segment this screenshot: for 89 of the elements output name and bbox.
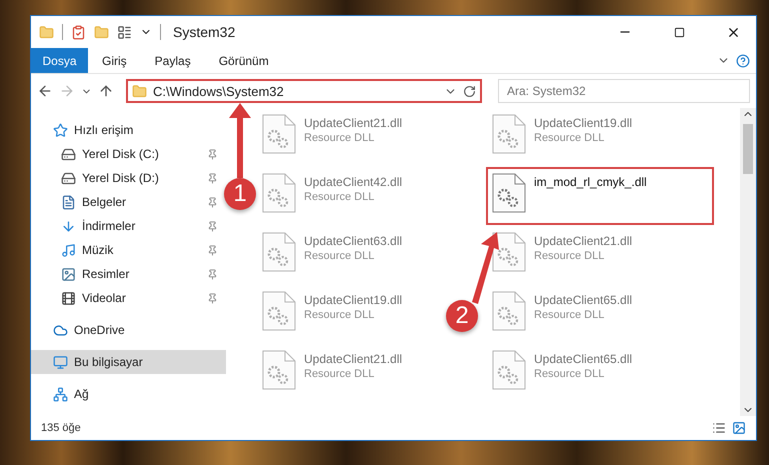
file-name: UpdateClient19.dll: [534, 116, 632, 130]
window-title: System32: [173, 24, 236, 40]
refresh-icon[interactable]: [463, 84, 476, 98]
ribbon-tab[interactable]: Görünüm: [204, 48, 283, 73]
item-count: 135 öğe: [41, 422, 81, 434]
dll-file-icon: [492, 114, 526, 154]
annotation-arrow: [472, 232, 499, 304]
file-type: Resource DLL: [304, 132, 376, 144]
file-item[interactable]: UpdateClient21.dll Resource DLL: [486, 226, 638, 278]
ribbon-tab[interactable]: Giriş: [88, 48, 141, 73]
back-button[interactable]: [37, 83, 53, 99]
folder-icon: [132, 84, 147, 98]
dll-file-icon: [492, 350, 526, 390]
dll-file-icon: [262, 291, 296, 331]
pin-icon[interactable]: [207, 268, 218, 280]
pin-icon[interactable]: [207, 196, 218, 208]
file-name: im_mod_rl_cmyk_.dll: [534, 175, 647, 189]
file-item[interactable]: UpdateClient65.dll Resource DLL: [486, 285, 638, 337]
sidebar-item[interactable]: Yerel Disk (C:): [31, 142, 226, 166]
sidebar-item[interactable]: OneDrive: [31, 318, 226, 342]
file-type: Resource DLL: [534, 309, 606, 321]
file-name: UpdateClient63.dll: [304, 234, 402, 248]
pin-icon[interactable]: [207, 244, 218, 256]
cloud-icon: [53, 322, 68, 338]
dll-file-icon: [492, 232, 526, 272]
address-bar[interactable]: C:\Windows\System32: [126, 79, 482, 103]
file-name: UpdateClient21.dll: [304, 116, 402, 130]
maximize-icon: [674, 26, 684, 38]
sidebar-item[interactable]: İndirmeler: [31, 214, 226, 238]
search-field[interactable]: Ara: System32: [498, 79, 750, 103]
dll-file-icon: [262, 350, 296, 390]
sidebar-item[interactable]: Ağ: [31, 382, 226, 406]
file-name: UpdateClient65.dll: [534, 293, 632, 307]
sidebar-item[interactable]: Hızlı erişim: [31, 118, 226, 142]
dll-file-icon: [262, 173, 296, 213]
picture-icon: [61, 266, 76, 282]
film-icon: [61, 290, 76, 306]
sidebar-item[interactable]: Resimler: [31, 262, 226, 286]
file-item[interactable]: UpdateClient65.dll Resource DLL: [486, 344, 638, 396]
drive-icon: [61, 170, 76, 186]
sidebar-item[interactable]: Videolar: [31, 286, 226, 310]
dll-file-icon: [492, 291, 526, 331]
scrollbar-thumb[interactable]: [743, 124, 753, 174]
file-name: UpdateClient19.dll: [304, 293, 402, 307]
file-name: UpdateClient21.dll: [534, 234, 632, 248]
file-item[interactable]: UpdateClient19.dll Resource DLL: [256, 285, 408, 337]
file-type: Resource DLL: [304, 309, 376, 321]
dll-file-icon: [262, 232, 296, 272]
file-item[interactable]: UpdateClient21.dll Resource DLL: [256, 108, 408, 160]
file-item[interactable]: UpdateClient42.dll Resource DLL: [256, 167, 408, 219]
up-button[interactable]: [98, 83, 114, 99]
ribbon-tab[interactable]: Paylaş: [140, 48, 205, 73]
file-type: Resource DLL: [304, 368, 376, 380]
file-type: Resource DLL: [534, 368, 606, 380]
file-menu-button[interactable]: Dosya: [31, 48, 88, 73]
star-icon: [53, 122, 68, 138]
highlighted-file[interactable]: im_mod_rl_cmyk_.dll: [486, 167, 714, 225]
scrollbar[interactable]: [740, 108, 756, 416]
file-name: UpdateClient42.dll: [304, 175, 402, 189]
file-item[interactable]: UpdateClient63.dll Resource DLL: [256, 226, 408, 278]
music-note-icon: [61, 242, 76, 258]
computer-icon: [53, 354, 68, 370]
pin-icon[interactable]: [207, 148, 218, 160]
sidebar-item[interactable]: Müzik: [31, 238, 226, 262]
sidebar-item[interactable]: Bu bilgisayar: [31, 350, 226, 374]
pin-icon[interactable]: [207, 292, 218, 304]
pin-icon[interactable]: [207, 220, 218, 232]
help-icon[interactable]: [736, 54, 750, 68]
details-view-icon[interactable]: [712, 421, 726, 435]
file-item[interactable]: UpdateClient19.dll Resource DLL: [486, 108, 638, 160]
large-icons-view-icon[interactable]: [732, 421, 746, 435]
file-type: Resource DLL: [534, 250, 606, 262]
pin-icon[interactable]: [207, 172, 218, 184]
dll-file-icon: [492, 173, 526, 213]
download-icon: [61, 218, 76, 234]
file-name: UpdateClient21.dll: [304, 352, 402, 366]
drive-icon: [61, 146, 76, 162]
properties-icon[interactable]: [71, 24, 86, 40]
file-item[interactable]: UpdateClient21.dll Resource DLL: [256, 344, 408, 396]
view-icon[interactable]: [117, 24, 132, 40]
file-type: Resource DLL: [304, 250, 376, 262]
document-icon: [61, 194, 76, 210]
file-name: UpdateClient65.dll: [534, 352, 632, 366]
sidebar-item[interactable]: Belgeler: [31, 190, 226, 214]
sidebar-item[interactable]: Yerel Disk (D:): [31, 166, 226, 190]
network-icon: [53, 386, 68, 402]
file-type: Resource DLL: [304, 191, 376, 203]
file-type: Resource DLL: [534, 132, 606, 144]
dll-file-icon: [262, 114, 296, 154]
